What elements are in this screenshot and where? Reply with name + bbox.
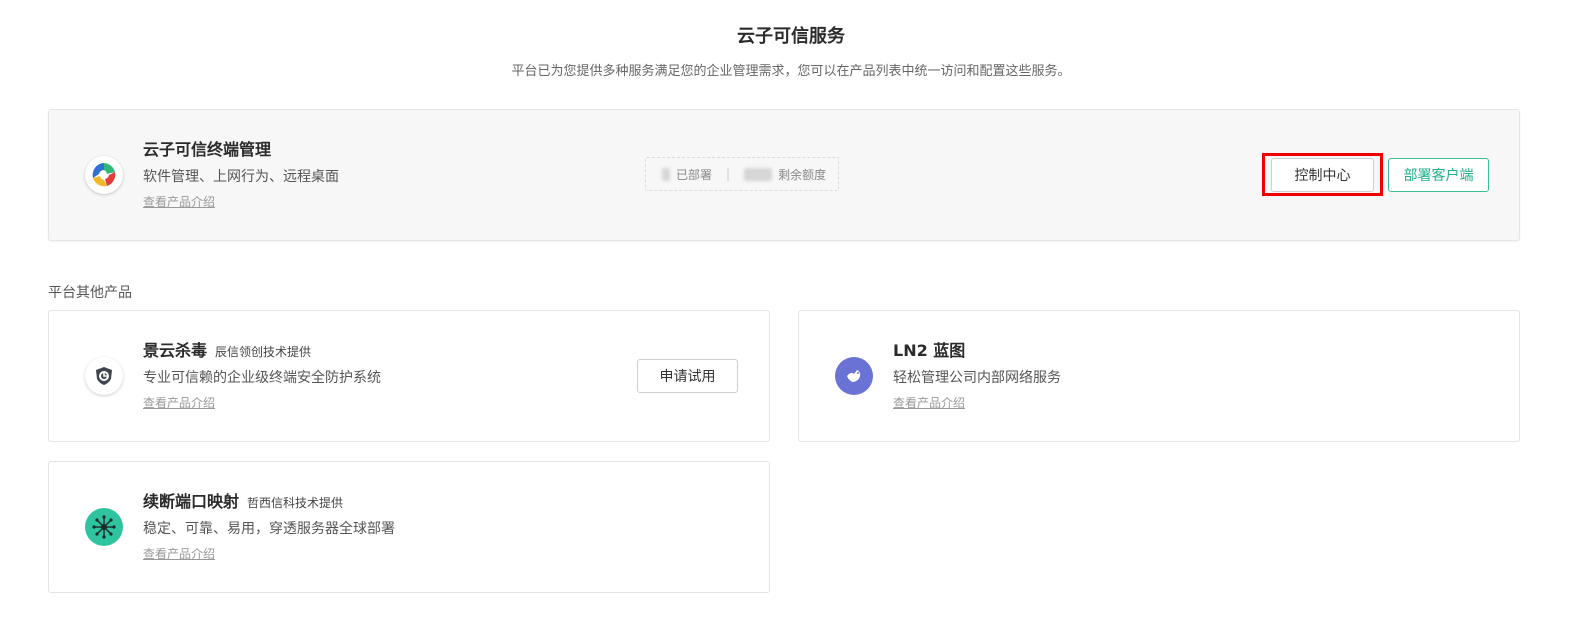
product-intro-link[interactable]: 查看产品介绍 bbox=[893, 394, 965, 411]
deployment-stats: 已部署 | 剩余额度 bbox=[645, 157, 839, 191]
product-description: 稳定、可靠、易用，穿透服务器全球部署 bbox=[143, 521, 395, 537]
page: 云子可信服务 平台已为您提供多种服务满足您的企业管理需求，您可以在产品列表中统一… bbox=[0, 0, 1582, 621]
quota-count-redacted bbox=[744, 167, 773, 181]
main-product-card: 云子可信终端管理 软件管理、上网行为、远程桌面 查看产品介绍 已部署 | 剩余额… bbox=[48, 109, 1520, 241]
product-card-ln2: LN2 蓝图 轻松管理公司内部网络服务 查看产品介绍 bbox=[798, 310, 1520, 442]
product-name: 续断端口映射 哲西信科技术提供 bbox=[143, 488, 343, 512]
shield-icon bbox=[85, 357, 123, 395]
main-product-name: 云子可信终端管理 bbox=[143, 140, 272, 159]
main-product-intro-link[interactable]: 查看产品介绍 bbox=[143, 193, 215, 210]
product-intro-link[interactable]: 查看产品介绍 bbox=[143, 545, 215, 562]
main-product-description: 软件管理、上网行为、远程桌面 bbox=[143, 169, 339, 185]
product-card-jingyun: 景云杀毒 辰信领创技术提供 专业可信赖的企业级终端安全防护系统 查看产品介绍 申请… bbox=[48, 310, 770, 442]
other-products-label: 平台其他产品 bbox=[48, 285, 132, 301]
product-title: LN2 蓝图 bbox=[893, 341, 966, 360]
product-description: 轻松管理公司内部网络服务 bbox=[893, 370, 1061, 386]
quota-label: 剩余额度 bbox=[778, 167, 827, 182]
page-title: 云子可信服务 bbox=[737, 26, 845, 47]
deployed-count-redacted bbox=[662, 167, 670, 181]
bird-icon bbox=[835, 357, 873, 395]
apply-trial-button[interactable]: 申请试用 bbox=[637, 359, 738, 393]
deploy-client-button[interactable]: 部署客户端 bbox=[1388, 158, 1489, 192]
product-card-xuduan: 续断端口映射 哲西信科技术提供 稳定、可靠、易用，穿透服务器全球部署 查看产品介绍 bbox=[48, 461, 770, 593]
product-description: 专业可信赖的企业级终端安全防护系统 bbox=[143, 370, 381, 386]
highlight-box bbox=[1262, 153, 1383, 196]
yunzi-logo-icon bbox=[85, 156, 123, 194]
product-provider: 辰信领创技术提供 bbox=[215, 345, 312, 359]
network-hub-icon bbox=[85, 508, 123, 546]
product-provider: 哲西信科技术提供 bbox=[247, 496, 344, 510]
deployed-label: 已部署 bbox=[676, 167, 713, 182]
product-name: LN2 蓝图 bbox=[893, 337, 965, 361]
product-name: 景云杀毒 辰信领创技术提供 bbox=[143, 337, 311, 361]
stats-separator: | bbox=[726, 167, 731, 181]
product-title: 续断端口映射 bbox=[143, 492, 240, 511]
product-title: 景云杀毒 bbox=[143, 341, 208, 360]
product-intro-link[interactable]: 查看产品介绍 bbox=[143, 394, 215, 411]
page-subtitle: 平台已为您提供多种服务满足您的企业管理需求，您可以在产品列表中统一访问和配置这些… bbox=[511, 64, 1071, 79]
